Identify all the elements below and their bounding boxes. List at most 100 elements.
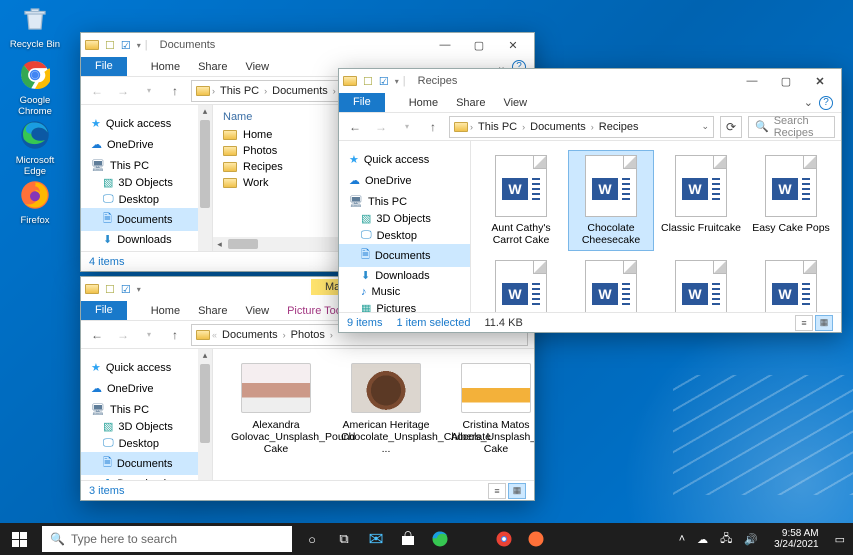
- nav-forward-button[interactable]: →: [371, 117, 391, 137]
- file-tile[interactable]: WAunt Cathy's Carrot Cake: [479, 151, 563, 250]
- nav-forward-button[interactable]: →: [113, 325, 133, 345]
- sidebar-this-pc[interactable]: 🖥This PC: [81, 153, 212, 174]
- sidebar-quick-access[interactable]: ★Quick access: [339, 147, 470, 168]
- minimize-button[interactable]: ―: [428, 34, 462, 56]
- content-area[interactable]: Alexandra Golovac_Unsplash_Pound Cake Am…: [213, 349, 534, 480]
- tab-view[interactable]: View: [503, 95, 527, 111]
- pin-icon[interactable]: ☐: [363, 75, 373, 88]
- file-tile[interactable]: Alexandra Golovac_Unsplash_Pound Cake: [231, 363, 321, 455]
- start-button[interactable]: [0, 523, 38, 555]
- view-large-icons-button[interactable]: ▦: [815, 315, 833, 331]
- file-tile[interactable]: American Heritage Chocolate_Unsplash_Cho…: [341, 363, 431, 455]
- tray-network-icon[interactable]: 🖧: [720, 530, 732, 549]
- sidebar-item-documents[interactable]: 🗎Documents: [339, 244, 470, 267]
- search-input[interactable]: 🔍 Search Recipes: [748, 116, 835, 138]
- chevron-down-icon[interactable]: ⌄: [701, 121, 709, 132]
- sidebar-item-desktop[interactable]: 🖵Desktop: [81, 435, 212, 452]
- tab-file[interactable]: File: [81, 57, 127, 76]
- nav-up-button[interactable]: ↑: [423, 117, 443, 137]
- pin-icon[interactable]: ☐: [105, 39, 115, 52]
- nav-recent-button[interactable]: ▾: [397, 117, 417, 137]
- breadcrumb[interactable]: Recipes: [596, 121, 642, 133]
- nav-up-button[interactable]: ↑: [165, 325, 185, 345]
- tray-onedrive-icon[interactable]: ☁: [697, 533, 708, 546]
- pin-icon[interactable]: ☐: [105, 283, 115, 296]
- breadcrumb[interactable]: Documents: [527, 121, 589, 133]
- tab-file[interactable]: File: [339, 93, 385, 112]
- desktop-icon-edge[interactable]: Microsoft Edge: [4, 118, 66, 177]
- maximize-button[interactable]: ▢: [769, 70, 803, 92]
- refresh-button[interactable]: ⟳: [720, 116, 742, 138]
- sidebar-item-3d-objects[interactable]: ▧3D Objects: [81, 174, 212, 191]
- sidebar-this-pc[interactable]: 🖥This PC: [339, 189, 470, 210]
- qat-check-icon[interactable]: ☑: [379, 75, 389, 88]
- sidebar-item-downloads[interactable]: ⬇Downloads: [339, 267, 470, 284]
- qat-check-icon[interactable]: ☑: [121, 283, 131, 296]
- qat-dropdown-icon[interactable]: ▾: [137, 41, 141, 50]
- taskbar-chrome[interactable]: [490, 525, 518, 553]
- breadcrumb[interactable]: This PC: [217, 85, 262, 97]
- sidebar-item-3d-objects[interactable]: ▧3D Objects: [339, 210, 470, 227]
- nav-recent-button[interactable]: ▾: [139, 81, 159, 101]
- nav-recent-button[interactable]: ▾: [139, 325, 159, 345]
- tray-volume-icon[interactable]: 🔊: [744, 533, 758, 546]
- sidebar-item-desktop[interactable]: 🖵Desktop: [81, 191, 212, 208]
- file-tile[interactable]: WGerman Chocolate Cake: [479, 256, 563, 312]
- minimize-button[interactable]: ―: [735, 70, 769, 92]
- desktop-icon-firefox[interactable]: Firefox: [4, 178, 66, 226]
- sidebar-this-pc[interactable]: 🖥This PC: [81, 397, 212, 418]
- sidebar-item-documents[interactable]: 🗎Documents: [81, 452, 212, 475]
- sidebar-item-downloads[interactable]: ⬇Downloads: [81, 475, 212, 480]
- content-area[interactable]: WAunt Cathy's Carrot Cake WChocolate Che…: [471, 141, 841, 312]
- maximize-button[interactable]: ▢: [462, 34, 496, 56]
- nav-forward-button[interactable]: →: [113, 81, 133, 101]
- view-details-button[interactable]: ≡: [488, 483, 506, 499]
- tab-home[interactable]: Home: [151, 303, 180, 319]
- nav-back-button[interactable]: ←: [345, 117, 365, 137]
- file-tile[interactable]: WNana's Pound Cake: [659, 256, 743, 312]
- cortana-button[interactable]: ○: [298, 525, 326, 553]
- nav-up-button[interactable]: ↑: [165, 81, 185, 101]
- taskbar-search[interactable]: 🔍 Type here to search: [42, 526, 292, 552]
- tab-share[interactable]: Share: [198, 59, 227, 75]
- action-center-button[interactable]: ▭: [835, 533, 845, 546]
- file-tile[interactable]: WTriple Chocolate Cake: [749, 256, 833, 312]
- sidebar-item-documents[interactable]: 🗎Documents: [81, 208, 212, 231]
- breadcrumb[interactable]: Documents: [219, 329, 281, 341]
- sidebar-onedrive[interactable]: ☁OneDrive: [81, 132, 212, 153]
- tab-file[interactable]: File: [81, 301, 127, 320]
- sidebar-onedrive[interactable]: ☁OneDrive: [81, 376, 212, 397]
- breadcrumb[interactable]: Photos: [288, 329, 328, 341]
- titlebar[interactable]: ☐ ☑ ▾ | Documents ― ▢ ✕: [81, 33, 534, 57]
- close-button[interactable]: ✕: [496, 34, 530, 56]
- ribbon-collapse-icon[interactable]: ⌄: [804, 96, 813, 109]
- address-bar[interactable]: › This PC › Documents › Recipes ⌄: [449, 116, 714, 138]
- taskbar-clock[interactable]: 9:58 AM 3/24/2021: [770, 528, 823, 550]
- tab-share[interactable]: Share: [198, 303, 227, 319]
- tab-view[interactable]: View: [245, 59, 269, 75]
- file-tile[interactable]: WClassic Fruitcake: [659, 151, 743, 250]
- view-details-button[interactable]: ≡: [795, 315, 813, 331]
- tab-home[interactable]: Home: [409, 95, 438, 111]
- breadcrumb[interactable]: This PC: [475, 121, 520, 133]
- taskbar-edge[interactable]: [426, 525, 454, 553]
- taskbar-explorer[interactable]: [458, 525, 486, 553]
- sidebar-quick-access[interactable]: ★Quick access: [81, 111, 212, 132]
- taskbar-store[interactable]: [394, 525, 422, 553]
- sidebar-item-music[interactable]: ♪Music: [81, 248, 212, 251]
- file-tile[interactable]: WEasy Cake Pops: [749, 151, 833, 250]
- qat-check-icon[interactable]: ☑: [121, 39, 131, 52]
- sidebar-item-desktop[interactable]: 🖵Desktop: [339, 227, 470, 244]
- sidebar-item-music[interactable]: ♪Music: [339, 284, 470, 300]
- sidebar-quick-access[interactable]: ★Quick access: [81, 355, 212, 376]
- close-button[interactable]: ✕: [803, 70, 837, 92]
- desktop-icon-recycle-bin[interactable]: Recycle Bin: [4, 2, 66, 50]
- tab-view[interactable]: View: [245, 303, 269, 319]
- tab-home[interactable]: Home: [151, 59, 180, 75]
- scrollbar[interactable]: ▴: [198, 105, 212, 251]
- help-icon[interactable]: ?: [819, 96, 833, 110]
- tray-overflow-button[interactable]: ˄: [679, 533, 685, 545]
- tab-share[interactable]: Share: [456, 95, 485, 111]
- file-tile[interactable]: Cristina Matos Albers_Unsplash_Carrot Ca…: [451, 363, 534, 455]
- sidebar-onedrive[interactable]: ☁OneDrive: [339, 168, 470, 189]
